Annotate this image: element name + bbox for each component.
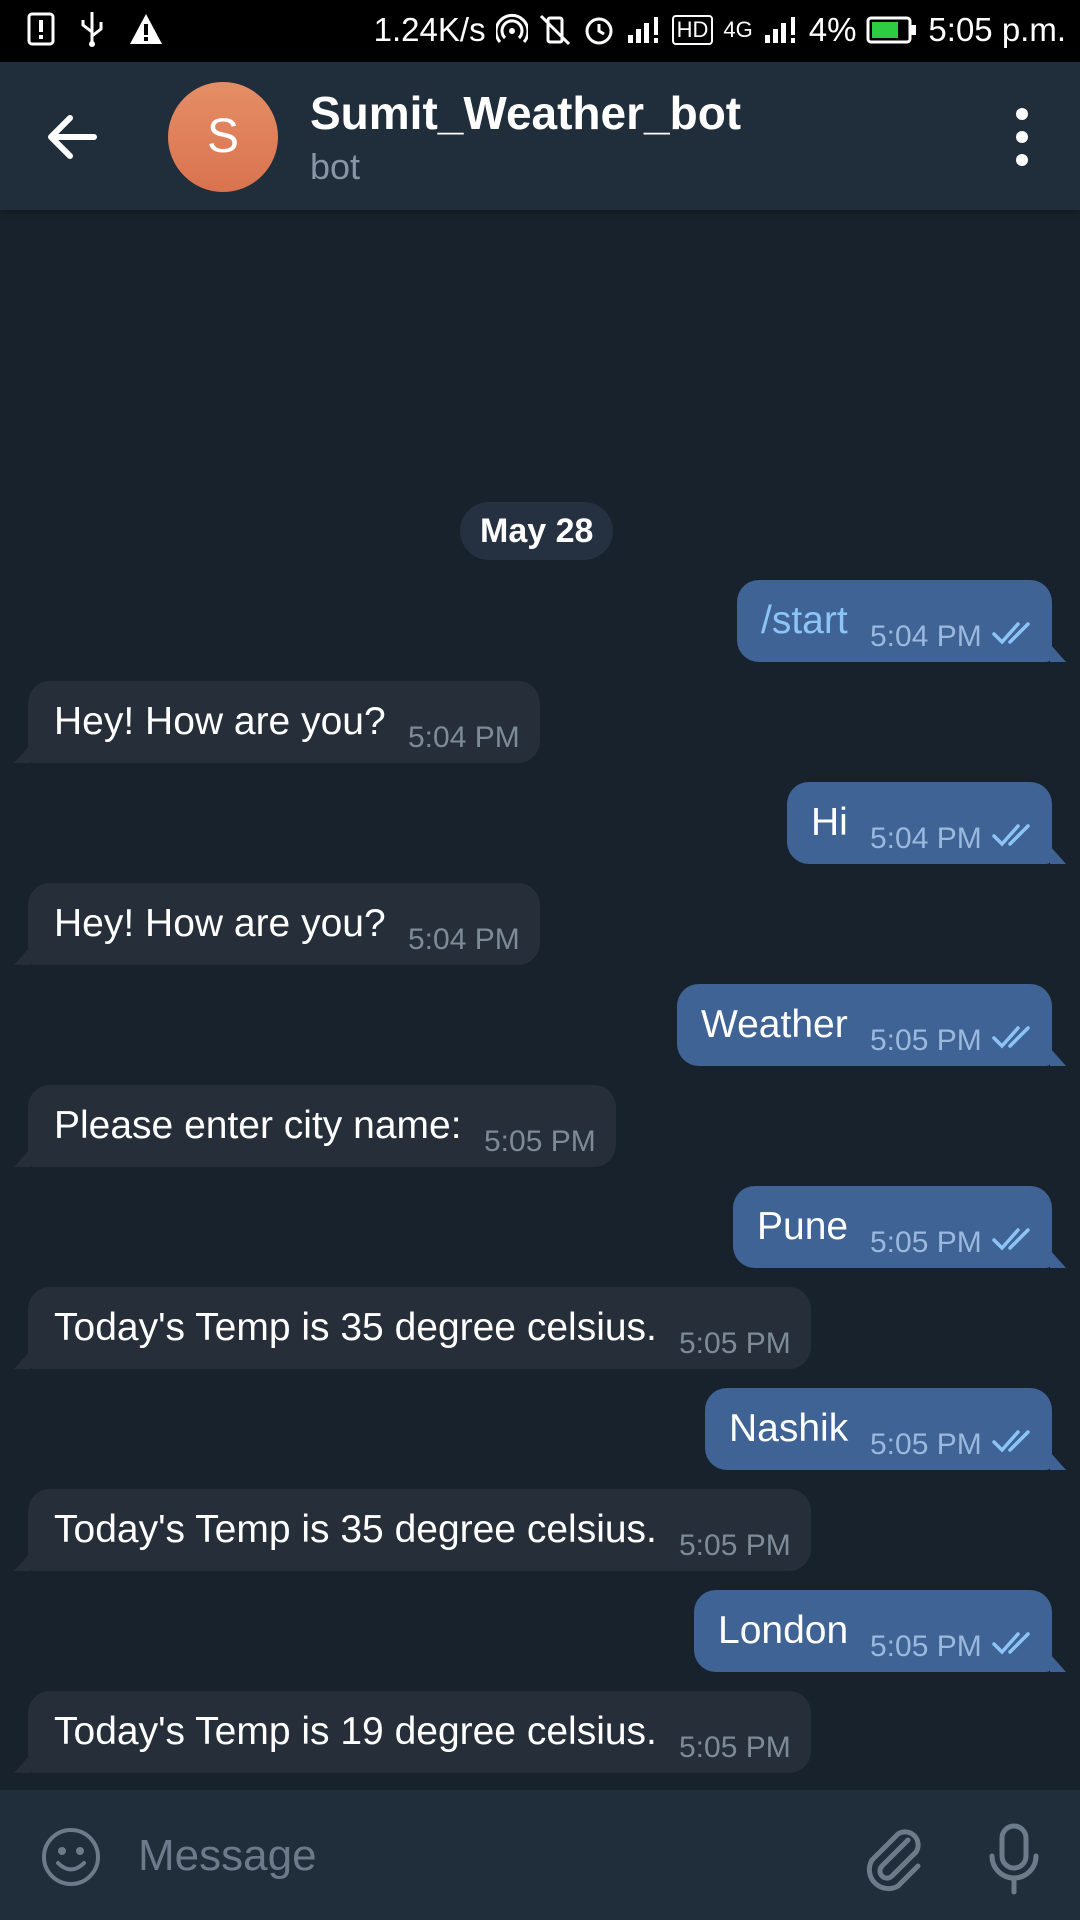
vibrate-off-icon	[539, 14, 570, 46]
usb-icon	[81, 12, 103, 47]
signal-icon-secondary	[764, 17, 795, 43]
alarm-icon	[585, 17, 613, 45]
message-time: 5:04 PM	[408, 721, 520, 754]
incoming-message[interactable]: Hey! How are you? 5:04 PM	[14, 681, 540, 763]
message-input[interactable]	[136, 1820, 840, 1892]
message-time: 5:04 PM	[870, 620, 982, 653]
chat-header: S Sumit_Weather_bot bot	[0, 62, 1080, 210]
message-text: Today's Temp is 19 degree celsius.	[54, 1710, 657, 1753]
network-speed: 1.24K/s	[373, 11, 486, 48]
outgoing-message[interactable]: /start 5:04 PM	[737, 580, 1066, 662]
status-bar-left	[26, 10, 164, 48]
double-check-icon	[992, 1430, 1030, 1453]
message-time: 5:05 PM	[870, 1226, 982, 1259]
message-text[interactable]: /start	[761, 598, 848, 644]
message-time: 5:04 PM	[870, 822, 982, 855]
message-time: 5:05 PM	[870, 1630, 982, 1663]
back-arrow-icon[interactable]	[38, 102, 108, 172]
microphone-icon[interactable]	[984, 1822, 1044, 1896]
message-input-bar	[0, 1790, 1080, 1920]
message-text: Weather	[701, 1003, 848, 1046]
outgoing-message[interactable]: Nashik 5:05 PM	[705, 1388, 1066, 1470]
chat-subtitle: bot	[310, 146, 361, 187]
outgoing-message[interactable]: Pune 5:05 PM	[733, 1186, 1066, 1268]
message-text: Nashik	[729, 1407, 849, 1450]
incoming-message[interactable]: Hey! How are you? 5:04 PM	[14, 883, 540, 965]
battery-percent: 4%	[808, 11, 857, 48]
double-check-icon	[992, 1228, 1030, 1251]
outgoing-message[interactable]: Hi 5:04 PM	[787, 782, 1066, 864]
hotspot-icon	[495, 13, 528, 43]
incoming-message[interactable]: Today's Temp is 35 degree celsius. 5:05 P…	[14, 1287, 811, 1369]
avatar[interactable]: S	[168, 82, 278, 192]
network-type: 4G	[723, 17, 753, 42]
status-bar: 1.24K/s HD 4G 4% 5:05 p.m.	[0, 0, 1080, 62]
hd-badge: HD	[671, 15, 714, 45]
paperclip-icon[interactable]	[860, 1822, 926, 1892]
message-text: Pune	[757, 1205, 849, 1248]
message-text: Hey! How are you?	[54, 700, 386, 743]
message-time: 5:05 PM	[484, 1125, 596, 1158]
message-text: Today's Temp is 35 degree celsius.	[54, 1306, 657, 1349]
message-time: 5:05 PM	[679, 1327, 791, 1360]
alert-notification-icon	[27, 12, 55, 46]
message-text: Hey! How are you?	[54, 902, 386, 945]
incoming-message[interactable]: Today's Temp is 19 degree celsius. 5:05 P…	[14, 1691, 811, 1773]
date-chip: May 28	[460, 502, 614, 560]
emoji-icon[interactable]	[40, 1826, 102, 1888]
message-time: 5:05 PM	[870, 1428, 982, 1461]
battery-icon	[866, 16, 917, 44]
outgoing-message[interactable]: Weather 5:05 PM	[677, 984, 1066, 1066]
outgoing-message[interactable]: London 5:05 PM	[694, 1590, 1066, 1672]
message-time: 5:04 PM	[408, 923, 520, 956]
status-bar-right: 1.24K/s HD 4G 4% 5:05 p.m.	[374, 10, 1066, 50]
message-time: 5:05 PM	[679, 1731, 791, 1764]
more-vertical-icon[interactable]	[1004, 104, 1040, 170]
message-text: London	[718, 1609, 849, 1652]
message-list[interactable]: May 28 /start 5:04 PM Hey! How are you? 5:0…	[0, 210, 1080, 1790]
double-check-icon	[992, 1632, 1030, 1655]
message-text: Please enter city name:	[54, 1104, 462, 1147]
signal-icon	[627, 17, 658, 43]
warning-icon	[130, 14, 162, 44]
message-text: Today's Temp is 35 degree celsius.	[54, 1508, 657, 1551]
message-time: 5:05 PM	[870, 1024, 982, 1057]
double-check-icon	[992, 622, 1030, 645]
double-check-icon	[992, 1026, 1030, 1049]
message-text: Hi	[811, 801, 848, 844]
incoming-message[interactable]: Please enter city name: 5:05 PM	[14, 1085, 616, 1167]
message-time: 5:05 PM	[679, 1529, 791, 1562]
incoming-message[interactable]: Today's Temp is 35 degree celsius. 5:05 P…	[14, 1489, 811, 1571]
clock: 5:05 p.m.	[928, 11, 1066, 48]
telegram-chat-screen: 1.24K/s HD 4G 4% 5:05 p.m. S Sumit_Weath…	[0, 0, 1080, 1920]
chat-title[interactable]: Sumit_Weather_bot	[310, 86, 741, 140]
double-check-icon	[992, 824, 1030, 847]
